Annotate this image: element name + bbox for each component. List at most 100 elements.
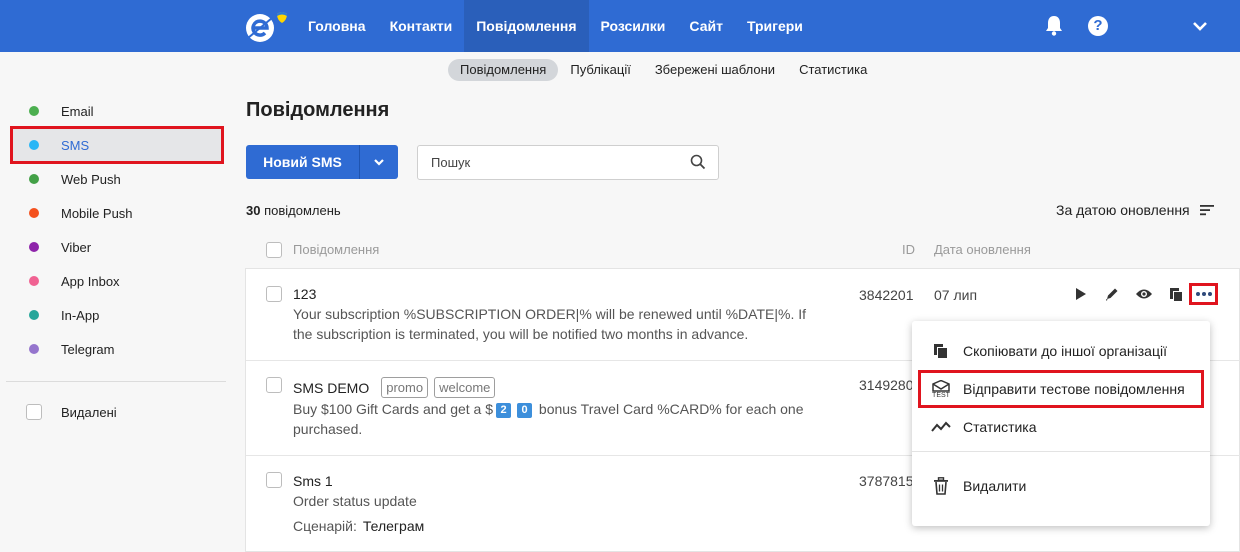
subnav-statistics[interactable]: Статистика (787, 59, 879, 81)
status-dot (29, 276, 39, 286)
message-title-wrap: SMS DEMO promo welcome (293, 377, 496, 398)
subnav-messages[interactable]: Повідомлення (448, 59, 559, 81)
new-sms-button-label: Новий SMS (246, 145, 360, 179)
menu-divider (912, 451, 1210, 452)
status-dot (29, 208, 39, 218)
stats-icon (931, 417, 951, 437)
nav-campaigns[interactable]: Розсилки (589, 0, 678, 52)
deleted-label: Видалені (61, 404, 117, 420)
trash-icon (931, 476, 951, 496)
new-sms-button[interactable]: Новий SMS (246, 145, 398, 179)
bell-icon[interactable] (1044, 14, 1064, 36)
sort-control[interactable]: За датою оновлення (1056, 202, 1214, 218)
row-actions (1073, 286, 1199, 302)
status-dot (29, 174, 39, 184)
nav-contacts[interactable]: Контакти (378, 0, 465, 52)
page-title: Повідомлення (246, 99, 390, 121)
column-header-date: Дата оновлення (934, 242, 1031, 257)
search-box (417, 145, 719, 180)
status-dot (29, 140, 39, 150)
message-id: 3149280 (859, 377, 914, 393)
sidebar-item-email[interactable]: Email (12, 94, 222, 128)
pencil-icon[interactable] (1104, 286, 1120, 302)
search-input[interactable] (418, 146, 668, 179)
sidebar-item-sms[interactable]: SMS (10, 126, 224, 164)
sidebar-item-label: Viber (61, 239, 92, 255)
sidebar-item-mobile-push[interactable]: Mobile Push (12, 196, 222, 230)
message-title[interactable]: 123 (293, 286, 316, 302)
sidebar-item-label: SMS (61, 137, 90, 153)
test-send-icon: TEST (931, 379, 951, 399)
select-all-checkbox[interactable] (266, 242, 282, 258)
message-title[interactable]: Sms 1 (293, 473, 333, 489)
help-icon[interactable]: ? (1088, 16, 1108, 36)
sidebar-item-label: In-App (61, 307, 100, 323)
menu-item-label: Відправити тестове повідомлення (963, 381, 1185, 397)
subnav-publications[interactable]: Публікації (558, 59, 642, 81)
message-id: 3787815 (859, 473, 914, 489)
sidebar-item-label: App Inbox (61, 273, 120, 289)
sidebar-item-web-push[interactable]: Web Push (12, 162, 222, 196)
message-date: 07 лип (934, 287, 978, 303)
scenario-info: Сценарій: Телеграм (293, 518, 424, 534)
nav-triggers[interactable]: Тригери (735, 0, 815, 52)
more-dot (1195, 292, 1200, 296)
more-dot (1201, 292, 1206, 296)
more-dot (1207, 292, 1212, 296)
sub-nav: Повідомлення Публікації Збережені шаблон… (448, 59, 879, 81)
copy-icon (931, 341, 951, 361)
row-checkbox[interactable] (266, 286, 282, 302)
status-dot (29, 344, 39, 354)
table-header: Повідомлення ID Дата оновлення (246, 235, 1240, 265)
menu-item-label: Статистика (963, 419, 1037, 435)
nav-messages[interactable]: Повідомлення (464, 0, 589, 52)
message-body: Order status update (293, 493, 417, 509)
nav-home[interactable]: Головна (296, 0, 378, 52)
scenario-label: Сценарій: (293, 518, 357, 534)
menu-item-send-test[interactable]: TEST Відправити тестове повідомлення (918, 370, 1204, 408)
deleted-filter[interactable]: Видалені (26, 404, 117, 420)
sidebar-item-viber[interactable]: Viber (12, 230, 222, 264)
row-options-menu: Скопіювати до іншої організації TEST Від… (912, 321, 1210, 526)
sidebar-item-label: Mobile Push (61, 205, 133, 221)
sort-label: За датою оновлення (1056, 202, 1190, 218)
status-dot (29, 310, 39, 320)
message-title[interactable]: SMS DEMO (293, 380, 369, 396)
play-icon[interactable] (1073, 286, 1089, 302)
menu-item-label: Видалити (963, 478, 1027, 494)
top-bar: Головна Контакти Повідомлення Розсилки С… (0, 0, 1240, 52)
more-options-button[interactable] (1189, 283, 1218, 305)
subnav-saved-templates[interactable]: Збережені шаблони (643, 59, 787, 81)
sidebar-item-telegram[interactable]: Telegram (12, 332, 222, 366)
message-id: 3842201 (859, 287, 914, 303)
row-checkbox[interactable] (266, 472, 282, 488)
menu-item-delete[interactable]: Видалити (912, 468, 1210, 504)
eye-icon[interactable] (1135, 286, 1153, 302)
new-sms-dropdown-button[interactable] (360, 145, 398, 179)
sidebar-item-label: Web Push (61, 171, 121, 187)
keycap-digit-zero: 0 (517, 402, 533, 418)
message-body-text: Buy $100 Gift Cards and get a $ (293, 401, 494, 417)
sidebar-item-app-inbox[interactable]: App Inbox (12, 264, 222, 298)
tag-badge: welcome (434, 377, 496, 398)
sidebar-item-label: Email (61, 103, 94, 119)
sidebar-item-in-app[interactable]: In-App (12, 298, 222, 332)
test-label: TEST (932, 391, 950, 399)
esputnik-logo-icon[interactable] (244, 8, 292, 44)
status-dot (29, 106, 39, 116)
search-icon[interactable] (690, 154, 706, 170)
menu-item-copy-to-org[interactable]: Скопіювати до іншої організації (912, 333, 1210, 369)
deleted-checkbox[interactable] (26, 404, 42, 420)
copy-icon[interactable] (1168, 286, 1184, 302)
chevron-down-icon[interactable] (1191, 18, 1209, 34)
column-header-id: ID (902, 242, 915, 257)
menu-item-statistics[interactable]: Статистика (912, 409, 1210, 445)
message-body: Buy $100 Gift Cards and get a $2 0 bonus … (293, 399, 823, 439)
sidebar-divider (6, 381, 226, 382)
main-nav: Головна Контакти Повідомлення Розсилки С… (296, 0, 815, 52)
nav-site[interactable]: Сайт (677, 0, 735, 52)
scenario-value[interactable]: Телеграм (363, 518, 424, 534)
row-checkbox[interactable] (266, 377, 282, 393)
keycap-digit-two: 2 (496, 402, 512, 418)
sidebar-item-label: Telegram (61, 341, 115, 357)
